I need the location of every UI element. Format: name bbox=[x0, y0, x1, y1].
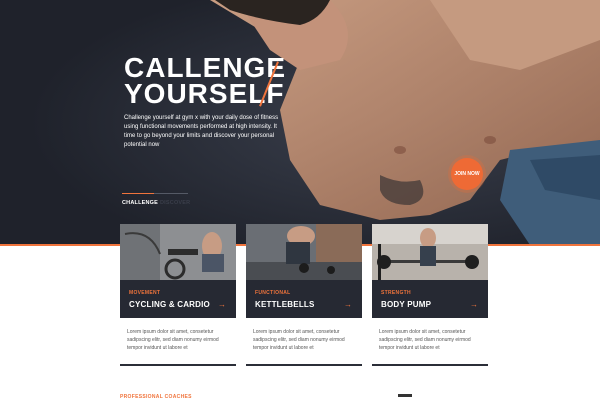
card-description: Lorem ipsum dolor sit amet, consetetur s… bbox=[253, 329, 345, 351]
card-image-body-pump bbox=[372, 224, 488, 280]
tab-challenge[interactable]: CHALLENGE bbox=[122, 200, 158, 206]
footer-decoration bbox=[398, 394, 412, 397]
hero-section: CALLENGE YOURSELF Challenge yourself at … bbox=[0, 0, 600, 245]
card-category: STRENGTH bbox=[381, 290, 411, 296]
card-title[interactable]: CYCLING & CARDIO bbox=[129, 300, 210, 309]
card-title[interactable]: KETTLEBELLS bbox=[255, 300, 315, 309]
tab-track bbox=[154, 193, 188, 194]
section-label-professional-coaches: PROFESSIONAL COACHES bbox=[120, 394, 192, 400]
hero-athlete-photo bbox=[0, 0, 600, 245]
arrow-right-icon[interactable]: → bbox=[218, 300, 226, 309]
card-caption-bar bbox=[246, 280, 362, 318]
card-category: MOVEMENT bbox=[129, 290, 161, 296]
card-description: Lorem ipsum dolor sit amet, consetetur s… bbox=[127, 329, 219, 351]
card-bottom-border bbox=[120, 364, 236, 366]
tab-discover[interactable]: DISCOVER bbox=[160, 200, 190, 206]
card-cycling-cardio[interactable]: MOVEMENT CYCLING & CARDIO → Lorem ipsum … bbox=[120, 224, 236, 366]
card-caption-bar bbox=[372, 280, 488, 318]
join-now-button[interactable]: JOIN NOW bbox=[451, 158, 483, 190]
card-image-kettlebells bbox=[246, 224, 362, 280]
arrow-right-icon[interactable]: → bbox=[470, 300, 478, 309]
card-title[interactable]: BODY PUMP bbox=[381, 300, 431, 309]
card-image-cycling bbox=[120, 224, 236, 280]
arrow-right-icon[interactable]: → bbox=[344, 300, 352, 309]
active-tab-indicator bbox=[122, 193, 154, 194]
card-caption-bar bbox=[120, 280, 236, 318]
card-kettlebells[interactable]: FUNCTIONAL KETTLEBELLS → Lorem ipsum dol… bbox=[246, 224, 362, 366]
card-description: Lorem ipsum dolor sit amet, consetetur s… bbox=[379, 329, 471, 351]
card-bottom-border bbox=[372, 364, 488, 366]
card-body-pump[interactable]: STRENGTH BODY PUMP → Lorem ipsum dolor s… bbox=[372, 224, 488, 366]
card-bottom-border bbox=[246, 364, 362, 366]
hero-description: Challenge yourself at gym x with your da… bbox=[124, 115, 279, 148]
hero-tabs: CHALLENGE DISCOVER bbox=[122, 193, 190, 213]
card-category: FUNCTIONAL bbox=[255, 290, 291, 296]
